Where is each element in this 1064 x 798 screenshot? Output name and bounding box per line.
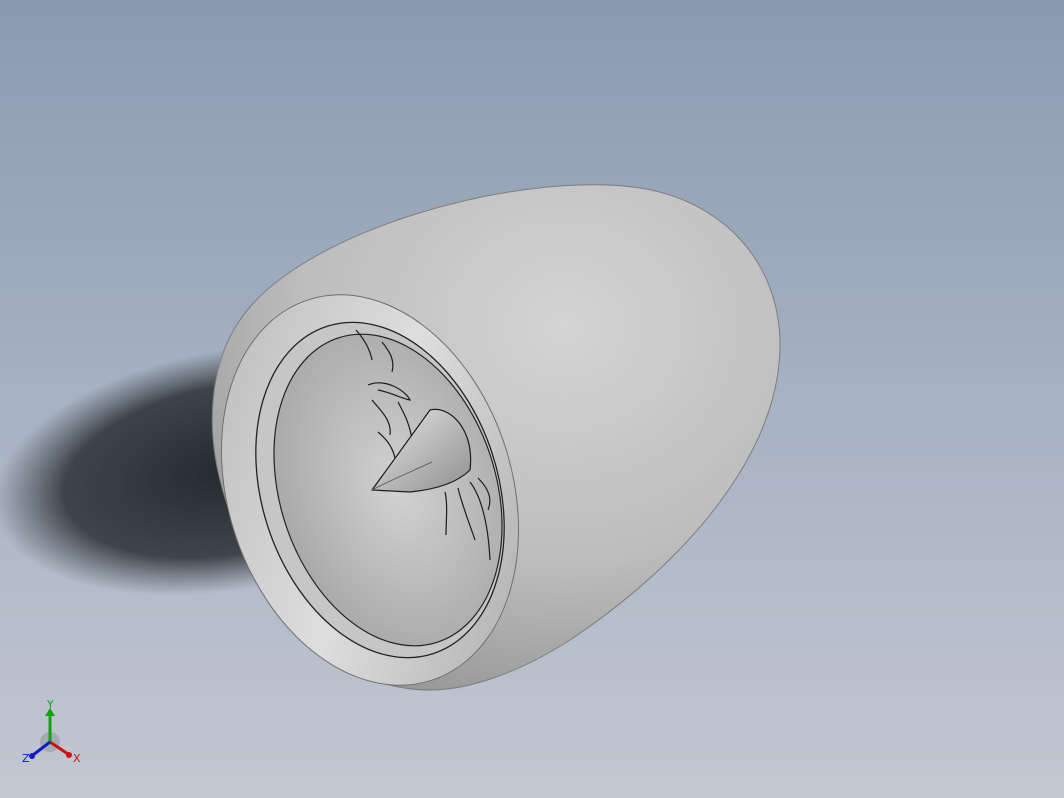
- z-axis-tip: [29, 753, 35, 759]
- x-axis-tip: [66, 752, 72, 758]
- axis-triad[interactable]: Y X Z: [18, 700, 88, 770]
- 3d-viewport[interactable]: Y X Z: [0, 0, 1064, 798]
- z-axis-label: Z: [22, 752, 30, 765]
- x-axis-label: X: [73, 752, 81, 765]
- engine-nacelle-model[interactable]: [0, 0, 1064, 798]
- y-axis-label: Y: [46, 700, 54, 711]
